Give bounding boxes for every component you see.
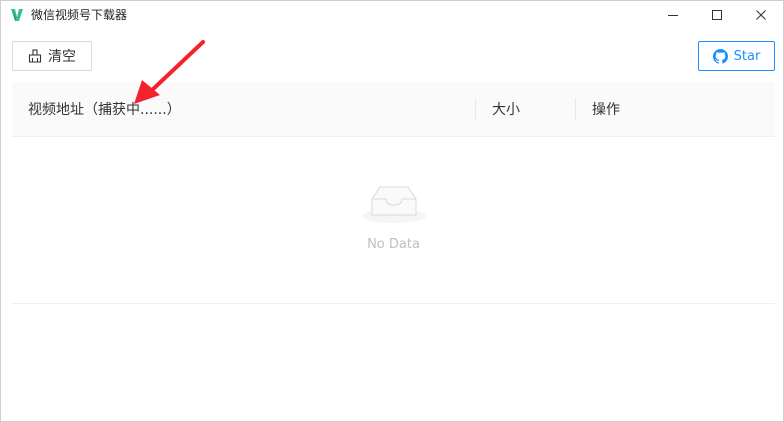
close-button[interactable] xyxy=(739,1,783,29)
close-icon xyxy=(756,10,766,20)
github-star-button[interactable]: Star xyxy=(698,41,775,71)
column-separator xyxy=(575,98,576,120)
app-logo-icon xyxy=(11,9,23,21)
table-empty-state: No Data xyxy=(12,137,775,304)
maximize-icon xyxy=(712,10,722,20)
empty-inbox-icon xyxy=(362,186,426,223)
clear-button-label: 清空 xyxy=(48,49,76,65)
column-separator xyxy=(475,98,476,120)
github-star-label: Star xyxy=(733,48,761,64)
empty-text: No Data xyxy=(367,237,420,252)
table-header: 视频地址（捕获中......） 大小 操作 xyxy=(12,82,775,137)
app-window: 微信视频号下载器 清空 Star 视频地址（捕获中......） 大小 操作 N… xyxy=(0,0,784,422)
column-header-actions: 操作 xyxy=(592,102,620,118)
github-icon xyxy=(712,48,728,64)
clear-button[interactable]: 清空 xyxy=(12,41,92,71)
column-header-size: 大小 xyxy=(492,102,520,118)
title-bar: 微信视频号下载器 xyxy=(1,1,783,29)
minimize-icon xyxy=(668,15,678,16)
minimize-button[interactable] xyxy=(651,1,695,29)
maximize-button[interactable] xyxy=(695,1,739,29)
broom-icon xyxy=(28,49,42,63)
window-title: 微信视频号下载器 xyxy=(31,8,128,22)
column-header-url: 视频地址（捕获中......） xyxy=(28,102,181,118)
